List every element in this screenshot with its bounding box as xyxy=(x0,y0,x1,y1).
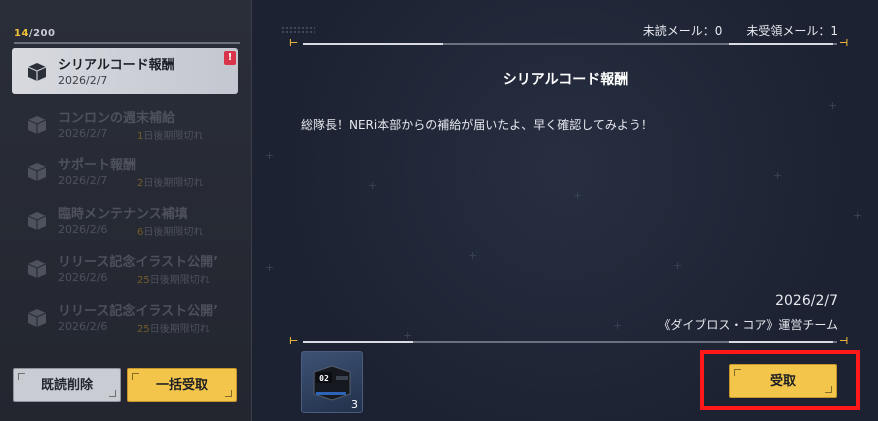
box-icon xyxy=(27,212,47,230)
grid-mark: + xyxy=(613,319,623,332)
expiry-label: 日後期限切れ xyxy=(143,178,204,189)
mail-item-title: 臨時メンテナンス補填 xyxy=(58,207,188,222)
mail-list-item[interactable]: リリース記念イラスト公開’ 2026/2/6 25日後期限切れ xyxy=(12,245,238,291)
grid-mark: + xyxy=(265,149,275,162)
mail-counter-current: 14 xyxy=(14,28,29,39)
mail-list-panel: 14/200 シリアルコード報酬 2026/2/7 ! コンロンの週末補給 20… xyxy=(0,0,252,421)
top-divider-accent xyxy=(729,43,833,45)
mail-item-expiry: 2日後期限切れ xyxy=(137,174,203,189)
grid-mark: + xyxy=(573,189,583,202)
reward-quantity: 3 xyxy=(351,398,358,411)
mail-list-item[interactable]: 臨時メンテナンス補填 2026/2/6 6日後期限切れ xyxy=(12,197,238,243)
expiry-label: 日後期限切れ xyxy=(143,227,204,238)
mail-item-title: リリース記念イラスト公開’ xyxy=(58,304,219,319)
grid-mark: + xyxy=(403,329,413,342)
mail-sign-date: 2026/2/7 xyxy=(775,293,838,309)
reward-item[interactable]: 02 3 xyxy=(301,351,363,413)
mail-detail-panel: + + + + + + + + + + + 未読メール：0 未受領メール：1 ⊢ … xyxy=(253,0,878,421)
expiry-days: 25 xyxy=(137,275,150,286)
divider-tick: ⊢ xyxy=(289,336,299,347)
grid-mark: + xyxy=(828,99,838,112)
decorative-dots xyxy=(281,26,315,34)
mail-sender: 《ダイブロス・コア》運営チーム xyxy=(658,318,838,332)
expiry-days: 25 xyxy=(137,324,150,335)
mail-item-date: 2026/2/7 xyxy=(58,174,108,187)
counter-divider xyxy=(14,42,240,44)
alert-icon: ! xyxy=(224,51,236,65)
grid-mark: + xyxy=(773,169,783,182)
expiry-label: 日後期限切れ xyxy=(143,131,204,142)
grid-mark: + xyxy=(673,259,683,272)
box-icon xyxy=(27,260,47,278)
mail-item-expiry: 25日後期限切れ xyxy=(137,320,210,335)
mail-item-expiry: 25日後期限切れ xyxy=(137,271,210,286)
mail-item-title: コンロンの週末補給 xyxy=(58,111,176,126)
mail-item-date: 2026/2/6 xyxy=(58,223,108,236)
reward-item-label: 02 xyxy=(319,374,329,383)
mail-item-title: リリース記念イラスト公開’ xyxy=(58,255,219,270)
expiry-label: 日後期限切れ xyxy=(149,324,210,335)
mail-list-item-selected[interactable]: シリアルコード報酬 2026/2/7 ! xyxy=(12,48,238,94)
box-icon xyxy=(27,116,47,134)
mail-list-item[interactable]: サポート報酬 2026/2/7 2日後期限切れ xyxy=(12,148,238,194)
box-icon xyxy=(27,163,47,181)
unclaimed-count: 未受領メール：1 xyxy=(746,24,838,38)
mail-stats: 未読メール：0 未受領メール：1 xyxy=(619,22,838,39)
mail-item-title: シリアルコード報酬 xyxy=(58,58,175,73)
mail-counter-total: /200 xyxy=(28,28,56,39)
mail-item-date: 2026/2/6 xyxy=(58,320,108,333)
expiry-label: 日後期限切れ xyxy=(149,275,210,286)
mail-list-item[interactable]: リリース記念イラスト公開’ 2026/2/6 25日後期限切れ xyxy=(12,294,238,340)
mail-screen: 14/200 シリアルコード報酬 2026/2/7 ! コンロンの週末補給 20… xyxy=(0,0,878,421)
grid-mark: + xyxy=(468,249,478,262)
divider-tick: ⊢ xyxy=(289,38,299,49)
mail-counter: 14/200 xyxy=(14,28,55,39)
mail-list-item[interactable]: コンロンの週末補給 2026/2/7 1日後期限切れ xyxy=(12,101,238,147)
mail-item-date: 2026/2/7 xyxy=(58,74,108,87)
box-icon xyxy=(27,63,47,81)
bottom-divider-accent xyxy=(303,341,413,343)
divider-tick: ⊣ xyxy=(839,38,849,49)
mail-item-title: サポート報酬 xyxy=(58,158,137,173)
grid-mark: + xyxy=(853,209,863,222)
top-divider-accent xyxy=(303,43,443,45)
grid-mark: + xyxy=(368,179,378,192)
claim-button[interactable]: 受取 xyxy=(729,364,837,398)
bottom-divider-accent xyxy=(729,341,833,343)
delete-read-button[interactable]: 既読削除 xyxy=(13,368,121,402)
mail-body: 総隊長！NERi本部からの補給が届いたよ、早く確認してみよう！ xyxy=(301,118,653,132)
mail-title: シリアルコード報酬 xyxy=(502,72,629,88)
mail-item-date: 2026/2/6 xyxy=(58,271,108,284)
mail-item-expiry: 1日後期限切れ xyxy=(137,127,203,142)
divider-tick: ⊣ xyxy=(839,336,849,347)
mail-item-expiry: 6日後期限切れ xyxy=(137,223,203,238)
grid-mark: + xyxy=(265,261,275,274)
box-icon xyxy=(27,309,47,327)
mail-item-date: 2026/2/7 xyxy=(58,127,108,140)
claim-all-button[interactable]: 一括受取 xyxy=(127,368,237,402)
unread-count: 未読メール：0 xyxy=(642,24,723,38)
